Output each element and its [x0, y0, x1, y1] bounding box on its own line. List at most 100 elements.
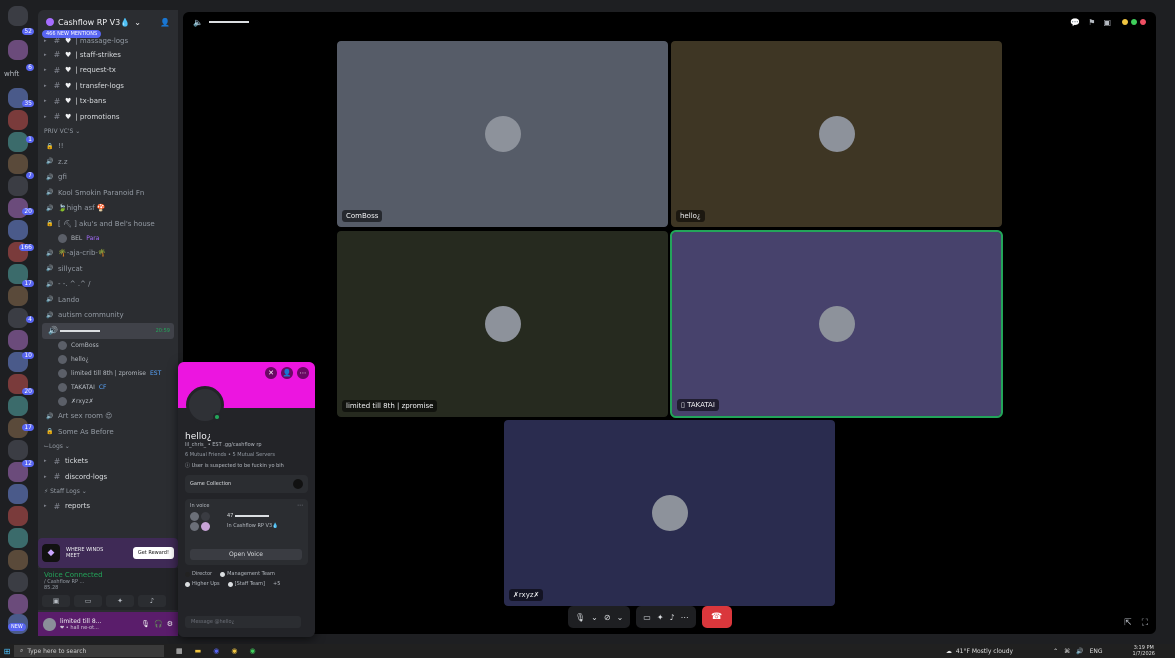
- taskbar-search[interactable]: ⌕ Type here to search: [14, 645, 164, 657]
- mic-icon[interactable]: 🎙: [141, 620, 150, 628]
- category-logs[interactable]: ⌙ Logs ⌄: [38, 440, 178, 454]
- voice-channel-item[interactable]: 🔊 🌴-aja-crib-🌴: [38, 246, 178, 262]
- chat-icon[interactable]: 💬: [1070, 18, 1080, 27]
- screen-share-icon[interactable]: ▭: [74, 595, 102, 607]
- chrome-icon[interactable]: ◉: [231, 647, 237, 655]
- vc-member[interactable]: hello¿: [38, 353, 178, 367]
- server-icon[interactable]: [8, 440, 28, 460]
- server-icon[interactable]: [8, 330, 28, 350]
- chevron-down-icon[interactable]: ⌄: [591, 613, 598, 622]
- camera-icon[interactable]: ▣: [42, 595, 70, 607]
- profile-avatar[interactable]: [186, 386, 224, 424]
- server-icon[interactable]: [8, 506, 28, 526]
- popout-icon[interactable]: ▣: [1103, 18, 1111, 27]
- server-icon[interactable]: [8, 308, 28, 328]
- clock[interactable]: 3:19 PM 1/7/2026: [1133, 645, 1155, 657]
- more-icon[interactable]: ⋯: [681, 613, 689, 622]
- avatar[interactable]: [43, 617, 56, 631]
- channel-item[interactable]: ▸ # tickets: [38, 454, 178, 470]
- server-icon[interactable]: [8, 594, 28, 614]
- server-icon[interactable]: [8, 132, 28, 152]
- voice-channel-item[interactable]: 🔊 - -. ^ .^ /: [38, 277, 178, 293]
- discord-icon[interactable]: ◉: [213, 647, 219, 655]
- channel-item[interactable]: ▸ # discord-logs: [38, 469, 178, 485]
- role-tag[interactable]: [Staff Team]: [227, 581, 265, 587]
- server-icon[interactable]: [8, 110, 28, 130]
- channel-item[interactable]: ▸ # ♥ | staff-strikes: [38, 47, 178, 63]
- new-mentions-badge[interactable]: 466 NEW MENTIONS: [42, 30, 102, 38]
- activities-icon[interactable]: ✦: [106, 595, 134, 607]
- server-icon[interactable]: [8, 40, 28, 60]
- role-tag[interactable]: +5: [273, 581, 280, 587]
- vc-member-bel[interactable]: BEL Para: [38, 232, 178, 246]
- mutual-info[interactable]: 6 Mutual Friends • 5 Mutual Servers: [185, 452, 308, 458]
- chevron-up-icon[interactable]: ⌃: [1053, 648, 1058, 655]
- more-icon[interactable]: ⋯: [297, 502, 303, 509]
- server-icon[interactable]: [8, 550, 28, 570]
- channel-item[interactable]: ▸ # ♥ | promotions: [38, 109, 178, 125]
- server-icon[interactable]: [8, 572, 28, 592]
- vc-member[interactable]: ComBoss: [38, 339, 178, 353]
- popout-icon[interactable]: ⇱: [1124, 618, 1132, 628]
- chrome-icon[interactable]: ◉: [249, 647, 255, 655]
- voice-channel-item[interactable]: 🔊 sillycat: [38, 261, 178, 277]
- server-icon[interactable]: [8, 6, 28, 26]
- video-tile[interactable]: ▯ TAKATAI: [670, 230, 1003, 418]
- category-priv-vcs[interactable]: PRIV VC'S ⌄: [38, 125, 178, 139]
- mic-icon[interactable]: 🎙: [575, 613, 585, 622]
- voice-status[interactable]: Voice Connected: [44, 571, 172, 579]
- window-controls[interactable]: [1119, 18, 1146, 27]
- role-tag[interactable]: Higher Ups: [185, 581, 220, 587]
- fullscreen-icon[interactable]: ⛶: [1142, 618, 1148, 628]
- task-view-icon[interactable]: ▦: [176, 647, 183, 655]
- chevron-down-icon[interactable]: ⌄: [617, 613, 624, 622]
- add-friend-icon[interactable]: 👤: [281, 367, 293, 379]
- server-icon[interactable]: [8, 286, 28, 306]
- video-tile[interactable]: ComBoss: [337, 41, 668, 227]
- voice-channel-item[interactable]: 🔊 autism community: [38, 308, 178, 324]
- role-tag[interactable]: Management Team: [220, 571, 275, 577]
- role-tag[interactable]: Director: [185, 571, 212, 577]
- disconnect-button[interactable]: ☎: [701, 606, 732, 628]
- voice-channel-item[interactable]: 🔊 Lando: [38, 292, 178, 308]
- video-tile[interactable]: limited till 8th | zpromise: [337, 231, 668, 417]
- open-voice-button[interactable]: Open Voice: [190, 549, 302, 560]
- close-icon[interactable]: ✕: [265, 367, 277, 379]
- vc-member[interactable]: ✗rxyz✗: [38, 395, 178, 409]
- active-voice-channel[interactable]: 🔊 20:59: [42, 323, 174, 339]
- channel-item[interactable]: ▸ # ♥ | tx-bans: [38, 94, 178, 110]
- vc-member[interactable]: TAKATAI CF: [38, 381, 178, 395]
- windows-start-icon[interactable]: ⊞: [0, 647, 14, 656]
- get-reward-button[interactable]: Get Reward!: [132, 547, 174, 559]
- server-icon[interactable]: [8, 484, 28, 504]
- speaker-icon[interactable]: 🔈: [193, 18, 203, 27]
- weather-widget[interactable]: ☁ 41°F Mostly cloudy: [946, 648, 1013, 655]
- headphones-icon[interactable]: 🎧: [154, 620, 163, 628]
- channel-item[interactable]: ▸ # ♥ | transfer-logs: [38, 78, 178, 94]
- camera-off-icon[interactable]: ⊘: [604, 613, 611, 622]
- message-input[interactable]: Message @hello¿: [185, 616, 301, 628]
- activities-icon[interactable]: ✦: [657, 613, 664, 622]
- voice-channel-item[interactable]: 🔒 Some As Before: [38, 424, 178, 440]
- vc-member[interactable]: limited till 8th | zpromise EST: [38, 367, 178, 381]
- screen-share-icon[interactable]: ▭: [643, 613, 651, 622]
- server-icon[interactable]: [8, 176, 28, 196]
- volume-bar[interactable]: [208, 21, 249, 23]
- gear-icon[interactable]: ⚙: [167, 620, 173, 628]
- server-icon[interactable]: [8, 154, 28, 174]
- voice-channel-item[interactable]: 🔊 Art sex room 😍: [38, 409, 178, 425]
- game-collection-card[interactable]: Game Collection: [185, 475, 308, 493]
- voice-channel-item[interactable]: 🔊 Kool Smokin Paranoid Fn: [38, 185, 178, 201]
- server-icon[interactable]: [8, 396, 28, 416]
- video-tile[interactable]: ✗rxyz✗: [504, 420, 835, 606]
- voice-channel-item[interactable]: 🔒!!: [38, 139, 178, 155]
- soundboard-icon[interactable]: ♪: [138, 595, 166, 607]
- channel-item[interactable]: ▸ # ♥ | request-tx: [38, 63, 178, 79]
- network-icon[interactable]: ⌘: [1064, 648, 1070, 655]
- category-staff-logs[interactable]: ⚡ Staff Logs ⌄: [38, 485, 178, 499]
- voice-channel-item[interactable]: 🔒 [ ⛏ ] aku's and Bel's house: [38, 216, 178, 232]
- video-tile[interactable]: hello¿: [671, 41, 1002, 227]
- server-icon[interactable]: [8, 220, 28, 240]
- file-explorer-icon[interactable]: ▬: [195, 647, 202, 655]
- user-name[interactable]: limited till 8...: [60, 618, 101, 625]
